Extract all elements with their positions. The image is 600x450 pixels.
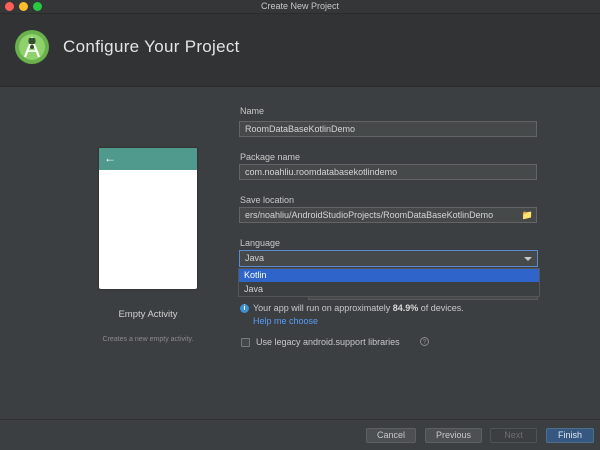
save-location-value: ers/noahliu/AndroidStudioProjects/RoomDa… (245, 210, 494, 220)
legacy-support-label[interactable]: Use legacy android.support libraries (256, 337, 400, 347)
language-option-kotlin[interactable]: Kotlin (239, 269, 539, 282)
activity-description: Creates a new empty activity. (102, 336, 194, 343)
activity-preview: ← (99, 148, 197, 289)
coverage-percent: 84.9% (392, 303, 419, 313)
language-dropdown-list: Kotlin Java (238, 268, 540, 297)
language-selected-value: Java (245, 253, 265, 263)
help-me-choose-link[interactable]: Help me choose (253, 316, 318, 326)
name-label: Name (240, 106, 265, 116)
help-icon[interactable]: ? (420, 337, 429, 346)
dialog-header: Configure Your Project (0, 14, 600, 87)
language-option-java[interactable]: Java (239, 283, 539, 296)
window-title: Create New Project (260, 1, 340, 11)
coverage-prefix: Your app will run on approximately (253, 303, 393, 313)
cancel-button[interactable]: Cancel (366, 428, 416, 443)
activity-name: Empty Activity (118, 309, 178, 320)
language-select[interactable]: Java (239, 250, 538, 267)
package-name-label: Package name (240, 152, 301, 162)
name-field[interactable]: RoomDataBaseKotlinDemo (239, 121, 537, 137)
android-studio-logo-icon (15, 30, 49, 64)
save-location-label: Save location (240, 195, 295, 205)
preview-app-bar: ← (99, 148, 197, 170)
chevron-down-icon (524, 257, 532, 261)
device-coverage-text: Your app will run on approximately 84.9%… (253, 303, 464, 313)
save-location-field[interactable]: ers/noahliu/AndroidStudioProjects/RoomDa… (239, 207, 537, 223)
folder-icon[interactable]: 📁 (522, 208, 533, 222)
language-label: Language (240, 238, 281, 248)
coverage-suffix: of devices. (418, 303, 464, 313)
next-button[interactable]: Next (490, 428, 537, 443)
finish-button[interactable]: Finish (546, 428, 594, 443)
legacy-support-checkbox[interactable] (241, 338, 250, 347)
dialog-footer: Cancel Previous Next Finish (0, 419, 600, 450)
info-icon: i (240, 304, 249, 313)
title-bar: Create New Project (0, 0, 600, 14)
back-arrow-icon: ← (104, 151, 116, 165)
page-title: Configure Your Project (63, 37, 240, 56)
package-name-field[interactable]: com.noahliu.roomdatabasekotlindemo (239, 164, 537, 180)
previous-button[interactable]: Previous (425, 428, 482, 443)
